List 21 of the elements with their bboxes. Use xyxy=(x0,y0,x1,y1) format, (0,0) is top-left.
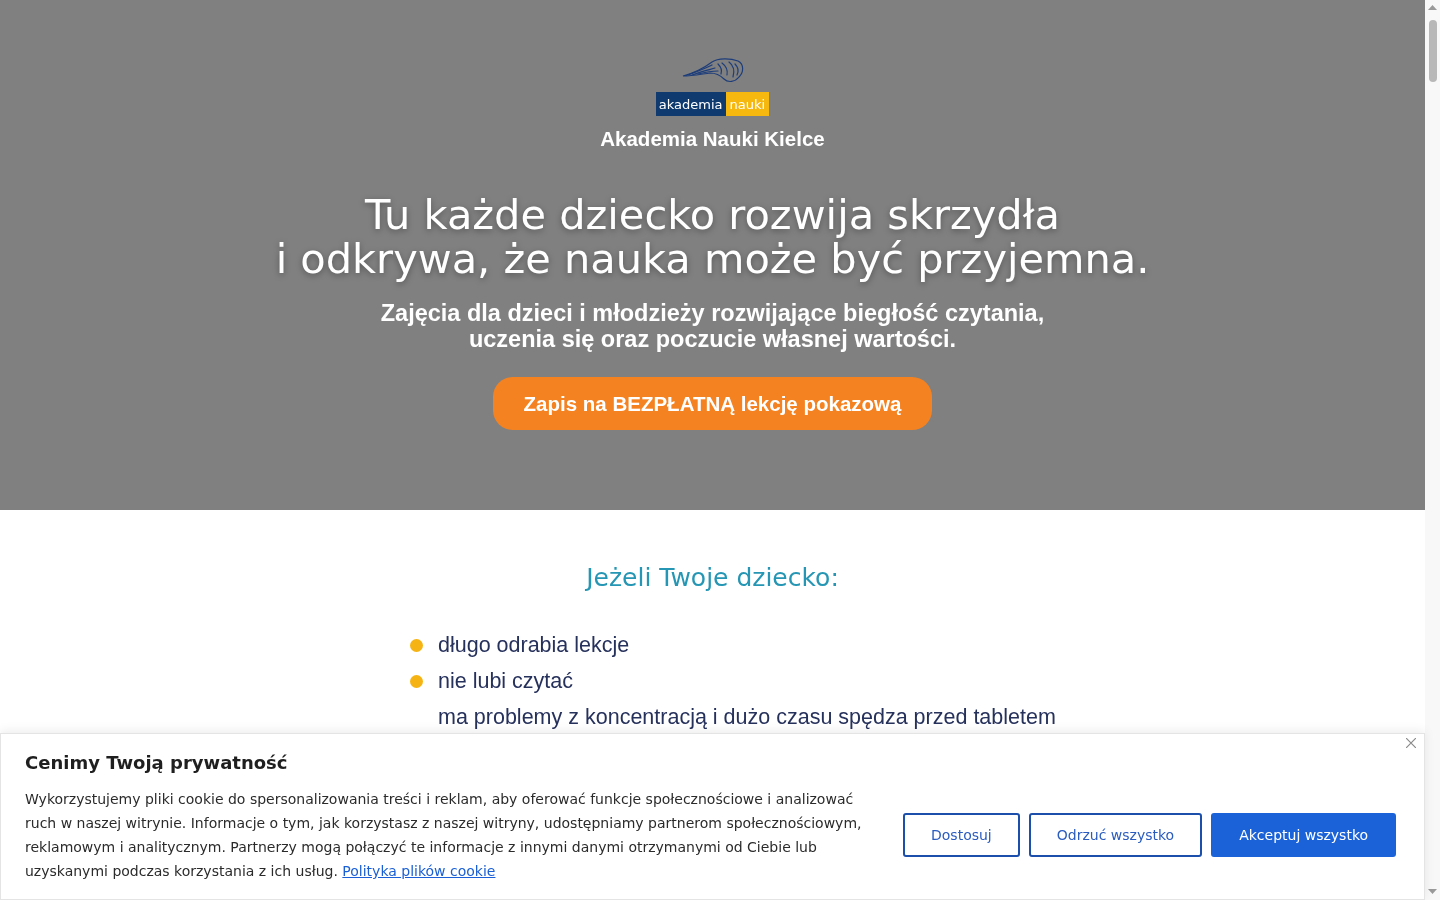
cookie-option-button[interactable]: Odrzuć wszystko xyxy=(1028,813,1203,857)
scrollbar[interactable] xyxy=(1425,0,1440,900)
scroll-down-icon[interactable] xyxy=(1428,889,1437,894)
close-icon[interactable] xyxy=(1406,738,1416,748)
scroll-up-icon[interactable] xyxy=(1428,5,1437,10)
list-item-text: nie lubi czytać xyxy=(438,668,574,694)
brand-name: Akademia Nauki Kielce xyxy=(600,127,825,151)
cookie-title: Cenimy Twoją prywatność xyxy=(25,751,288,775)
hero-subheadline: Zajęcia dla dzieci i młodzieży rozwijające biegłość czytania, uczenia się oraz poczucie własnej wartości. xyxy=(380,300,1045,352)
scrollbar-thumb[interactable] xyxy=(1428,20,1437,82)
accept-button[interactable]: Akceptuj wszystko xyxy=(1211,813,1397,857)
hero-headline: Tu każde dziecko rozwija skrzydła i odkrywa, że nauka może być przyjemna. xyxy=(275,193,1150,281)
logo-text: nauki xyxy=(725,92,770,116)
section-heading: Jeżeli Twoje dziecko: xyxy=(586,562,839,594)
list-item-text: ma problemy z koncentracją i dużo czasu spędza przed tabletem xyxy=(438,704,1056,730)
cookie-text: Wykorzystujemy pliki cookie do spersonalizowania treści i reklam, aby oferować funkcje społecznościowe i analizować ruch w naszej witrynie. Informacje o tym, jak korzystasz z naszej witryny, udostępniamy partnerom społecznościowym, reklamowym i analitycznym. Partnerzy mogą połączyć te informacje z innymi danymi otrzymanymi od Ciebie lub uzyskanymi podczas korzystania z ich usług. Polityka plików cookie xyxy=(25,790,863,881)
cookie-policy-link[interactable]: Polityka plików cookie xyxy=(342,863,496,879)
logo-text: akademia xyxy=(655,92,726,116)
cookie-option-button[interactable]: Dostosuj xyxy=(903,813,1020,857)
list-item-text: długo odrabia lekcje xyxy=(438,632,630,658)
wing-logo-icon xyxy=(681,58,744,84)
